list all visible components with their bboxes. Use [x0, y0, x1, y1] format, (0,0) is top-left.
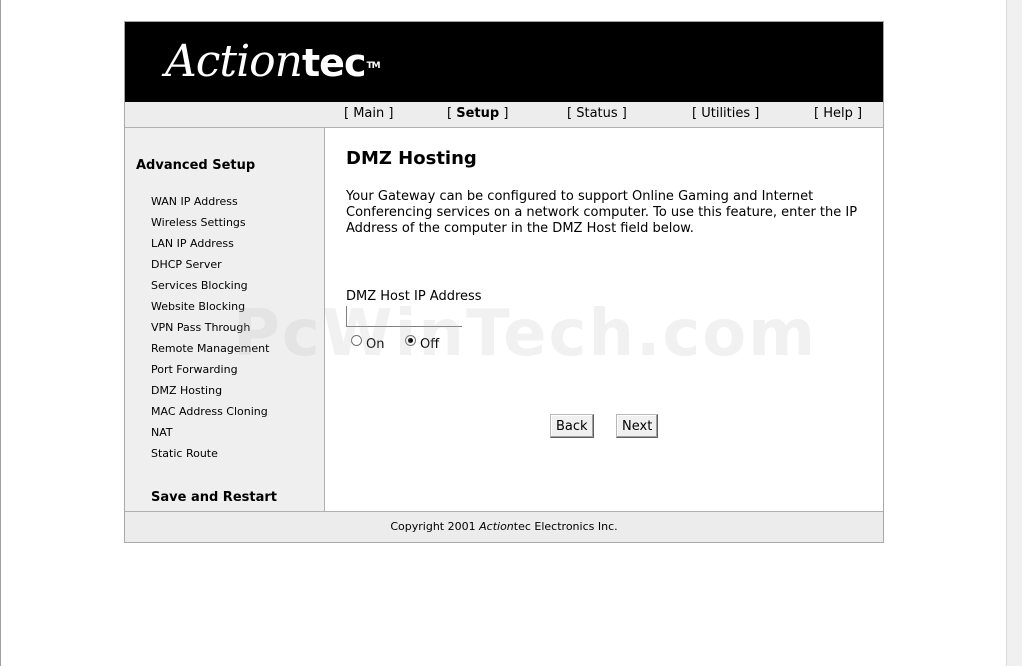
next-button[interactable]: Next: [616, 414, 659, 438]
sidebar-item-services-blocking[interactable]: Services Blocking: [151, 278, 269, 299]
sidebar-item-website-blocking[interactable]: Website Blocking: [151, 299, 269, 320]
sidebar-item-remote-management[interactable]: Remote Management: [151, 341, 269, 362]
page-title: DMZ Hosting: [346, 148, 477, 169]
router-page: ActiontecTM [ Main ] [ Setup ] [ Status …: [124, 21, 884, 543]
sidebar-item-nat[interactable]: NAT: [151, 425, 269, 446]
browser-viewport: ActiontecTM [ Main ] [ Setup ] [ Status …: [0, 0, 1006, 666]
radio-on[interactable]: On: [351, 335, 384, 352]
footer-brand-italic: Action: [479, 520, 514, 533]
header-banner: ActiontecTM: [125, 22, 883, 102]
footer-brand-rest: tec Electronics Inc.: [513, 520, 618, 533]
sidebar-item-dmz-hosting[interactable]: DMZ Hosting: [151, 383, 269, 404]
actiontec-logo: ActiontecTM: [165, 36, 381, 87]
dmz-host-ip-input[interactable]: [346, 306, 462, 327]
nav-help[interactable]: [ Help ]: [814, 106, 862, 121]
sidebar-heading: Advanced Setup: [136, 158, 256, 173]
nav-status[interactable]: [ Status ]: [567, 106, 627, 121]
page-description: Your Gateway can be configured to suppor…: [346, 189, 858, 236]
sidebar-item-lan-ip-address[interactable]: LAN IP Address: [151, 236, 269, 257]
radio-off-label: Off: [420, 337, 440, 352]
save-and-restart-link[interactable]: Save and Restart: [151, 490, 277, 505]
nav-utilities[interactable]: [ Utilities ]: [692, 106, 759, 121]
main-content: DMZ Hosting Your Gateway can be configur…: [325, 128, 883, 511]
sidebar-item-port-forwarding[interactable]: Port Forwarding: [151, 362, 269, 383]
sidebar-item-static-route[interactable]: Static Route: [151, 446, 269, 467]
nav-main[interactable]: [ Main ]: [344, 106, 393, 121]
footer: Copyright 2001 Actiontec Electronics Inc…: [125, 511, 883, 542]
sidebar-item-wireless-settings[interactable]: Wireless Settings: [151, 215, 269, 236]
footer-copyright: Copyright 2001: [390, 520, 480, 533]
sidebar-item-mac-address-cloning[interactable]: MAC Address Cloning: [151, 404, 269, 425]
radio-off-circle[interactable]: [405, 335, 416, 346]
back-button[interactable]: Back: [550, 414, 594, 438]
nav-setup[interactable]: [ Setup ]: [447, 106, 508, 121]
sidebar-item-dhcp-server[interactable]: DHCP Server: [151, 257, 269, 278]
dmz-host-ip-label: DMZ Host IP Address: [346, 289, 482, 304]
sidebar-item-vpn-pass-through[interactable]: VPN Pass Through: [151, 320, 269, 341]
vertical-scrollbar[interactable]: [1006, 0, 1022, 666]
radio-off[interactable]: Off: [405, 335, 439, 352]
sidebar-menu: WAN IP Address Wireless Settings LAN IP …: [151, 194, 269, 467]
radio-on-circle[interactable]: [351, 335, 362, 346]
sidebar-item-wan-ip-address[interactable]: WAN IP Address: [151, 194, 269, 215]
radio-on-label: On: [366, 337, 385, 352]
top-navigation: [ Main ] [ Setup ] [ Status ] [ Utilitie…: [125, 102, 883, 128]
sidebar: Advanced Setup WAN IP Address Wireless S…: [125, 128, 325, 511]
